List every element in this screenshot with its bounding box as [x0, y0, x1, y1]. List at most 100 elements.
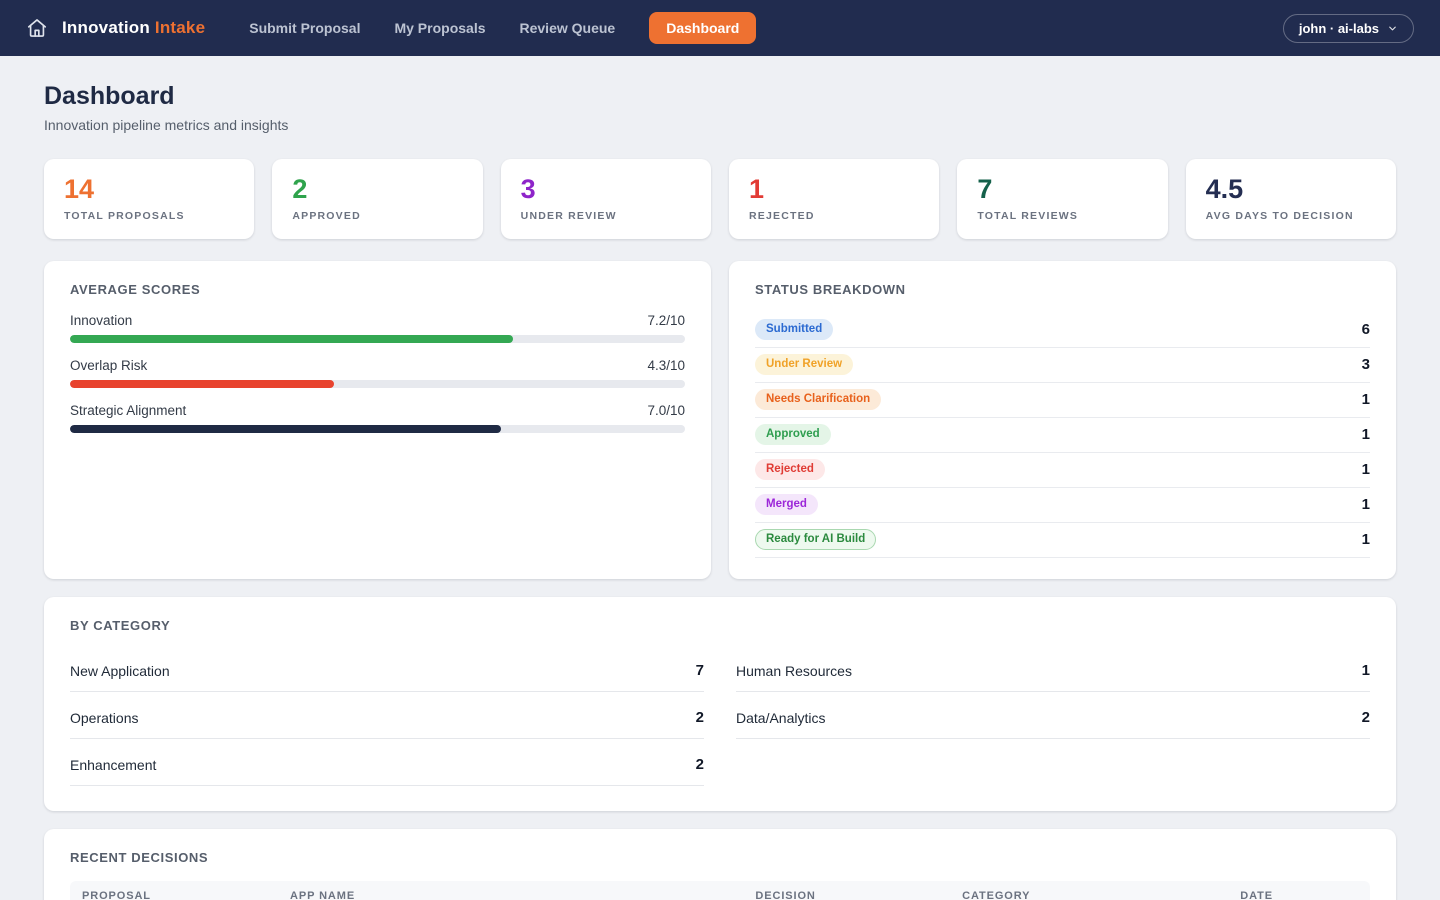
status-count: 1: [1362, 426, 1370, 443]
brand-home-link[interactable]: Innovation Intake: [26, 17, 205, 39]
page-title: Dashboard: [44, 82, 1396, 111]
page-subtitle: Innovation pipeline metrics and insights: [44, 117, 1396, 133]
score-value: 4.3/10: [647, 358, 685, 373]
score-fill: [70, 335, 513, 343]
average-scores-panel: AVERAGE SCORES Innovation 7.2/10 Overlap…: [44, 261, 711, 579]
nav-links: Submit Proposal My Proposals Review Queu…: [249, 12, 756, 44]
metric-label: UNDER REVIEW: [521, 210, 691, 222]
metric-card-under-review: 3 UNDER REVIEW: [501, 159, 711, 239]
category-label: Operations: [70, 710, 138, 726]
top-navbar: Innovation Intake Submit Proposal My Pro…: [0, 0, 1440, 56]
category-row-human-resources: Human Resources 1: [736, 649, 1370, 692]
metric-card-avg-days: 4.5 AVG DAYS TO DECISION: [1186, 159, 1396, 239]
status-count: 1: [1362, 531, 1370, 548]
metric-value: 7: [977, 174, 1147, 205]
metric-card-total-proposals: 14 TOTAL PROPOSALS: [44, 159, 254, 239]
metric-label: APPROVED: [292, 210, 462, 222]
chevron-down-icon: [1387, 23, 1398, 34]
category-count: 7: [696, 662, 704, 679]
metric-value: 1: [749, 174, 919, 205]
metric-cards-row: 14 TOTAL PROPOSALS 2 APPROVED 3 UNDER RE…: [44, 159, 1396, 239]
by-category-panel: BY CATEGORY New Application 7 Human Reso…: [44, 597, 1396, 811]
category-label: New Application: [70, 663, 170, 679]
status-badge: Needs Clarification: [755, 389, 881, 410]
score-label: Strategic Alignment: [70, 403, 186, 418]
status-breakdown-panel: STATUS BREAKDOWN Submitted 6 Under Revie…: [729, 261, 1396, 579]
category-row-operations: Operations 2: [70, 696, 704, 739]
dashboard-page: Dashboard Innovation pipeline metrics an…: [0, 56, 1440, 900]
status-row-approved: Approved 1: [755, 418, 1370, 453]
metric-value: 14: [64, 174, 234, 205]
score-row-strategic-alignment: Strategic Alignment 7.0/10: [70, 403, 685, 433]
score-track: [70, 380, 685, 388]
panels-row: AVERAGE SCORES Innovation 7.2/10 Overlap…: [44, 261, 1396, 579]
status-badge: Under Review: [755, 354, 853, 375]
brand-primary: Innovation: [62, 18, 150, 37]
metric-label: AVG DAYS TO DECISION: [1206, 210, 1376, 222]
status-badge: Approved: [755, 424, 831, 445]
status-badge: Ready for AI Build: [755, 529, 876, 550]
column-header-date: DATE: [1228, 881, 1370, 900]
status-row-merged: Merged 1: [755, 488, 1370, 523]
recent-decisions-table: PROPOSAL APP NAME DECISION CATEGORY DATE…: [70, 881, 1370, 900]
category-count: 2: [696, 756, 704, 773]
status-count: 1: [1362, 391, 1370, 408]
category-grid: New Application 7 Human Resources 1 Oper…: [70, 649, 1370, 790]
metric-label: TOTAL PROPOSALS: [64, 210, 234, 222]
nav-item-review-queue[interactable]: Review Queue: [520, 20, 616, 36]
metric-label: REJECTED: [749, 210, 919, 222]
score-fill: [70, 380, 334, 388]
user-menu-button[interactable]: john · ai-labs: [1283, 14, 1414, 43]
brand-accent: Intake: [155, 18, 205, 37]
category-label: Data/Analytics: [736, 710, 825, 726]
category-label: Enhancement: [70, 757, 156, 773]
nav-item-submit-proposal[interactable]: Submit Proposal: [249, 20, 360, 36]
status-count: 1: [1362, 496, 1370, 513]
column-header-category: CATEGORY: [950, 881, 1228, 900]
score-value: 7.2/10: [647, 313, 685, 328]
score-row-overlap-risk: Overlap Risk 4.3/10: [70, 358, 685, 388]
category-count: 2: [1362, 709, 1370, 726]
metric-card-approved: 2 APPROVED: [272, 159, 482, 239]
brand-title: Innovation Intake: [62, 18, 205, 38]
nav-item-my-proposals[interactable]: My Proposals: [394, 20, 485, 36]
metric-value: 2: [292, 174, 462, 205]
category-label: Human Resources: [736, 663, 852, 679]
score-track: [70, 425, 685, 433]
status-row-ready-for-ai-build: Ready for AI Build 1: [755, 523, 1370, 558]
metric-value: 3: [521, 174, 691, 205]
status-row-needs-clarification: Needs Clarification 1: [755, 383, 1370, 418]
status-count: 1: [1362, 461, 1370, 478]
status-row-under-review: Under Review 3: [755, 348, 1370, 383]
table-header-row: PROPOSAL APP NAME DECISION CATEGORY DATE: [70, 881, 1370, 900]
status-row-submitted: Submitted 6: [755, 313, 1370, 348]
recent-decisions-panel: RECENT DECISIONS PROPOSAL APP NAME DECIS…: [44, 829, 1396, 900]
score-fill: [70, 425, 501, 433]
metric-label: TOTAL REVIEWS: [977, 210, 1147, 222]
status-badge: Rejected: [755, 459, 825, 480]
status-badge: Merged: [755, 494, 818, 515]
user-menu-label: john · ai-labs: [1299, 21, 1379, 36]
panel-title: STATUS BREAKDOWN: [755, 282, 1370, 297]
metric-card-total-reviews: 7 TOTAL REVIEWS: [957, 159, 1167, 239]
panel-title: BY CATEGORY: [70, 618, 1370, 633]
status-count: 6: [1362, 321, 1370, 338]
status-row-rejected: Rejected 1: [755, 453, 1370, 488]
metric-value: 4.5: [1206, 174, 1376, 205]
status-badge: Submitted: [755, 319, 833, 340]
metric-card-rejected: 1 REJECTED: [729, 159, 939, 239]
nav-item-dashboard[interactable]: Dashboard: [649, 12, 756, 44]
score-track: [70, 335, 685, 343]
column-header-app-name: APP NAME: [278, 881, 743, 900]
score-value: 7.0/10: [647, 403, 685, 418]
panel-title: RECENT DECISIONS: [70, 850, 1370, 865]
column-header-decision: DECISION: [743, 881, 950, 900]
score-label: Innovation: [70, 313, 132, 328]
category-count: 2: [696, 709, 704, 726]
category-row-new-application: New Application 7: [70, 649, 704, 692]
home-icon: [26, 17, 48, 39]
column-header-proposal: PROPOSAL: [70, 881, 278, 900]
panel-title: AVERAGE SCORES: [70, 282, 685, 297]
score-row-innovation: Innovation 7.2/10: [70, 313, 685, 343]
category-row-enhancement: Enhancement 2: [70, 743, 704, 786]
